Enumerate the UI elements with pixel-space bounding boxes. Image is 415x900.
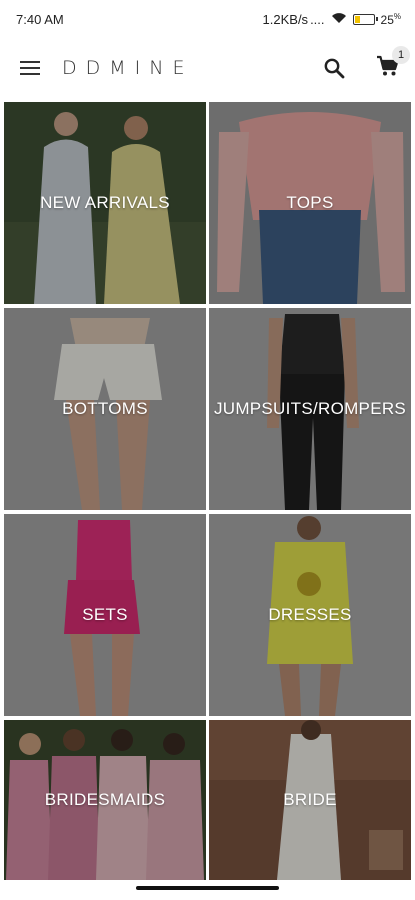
app-header: DDMINE 1 [0,38,415,98]
brand-logo[interactable]: DDMINE [62,57,193,79]
network-speed: 1.2KB/s [262,11,309,27]
hamburger-menu-icon[interactable] [18,56,42,80]
search-icon[interactable] [321,55,347,81]
category-tile-jumpsuits-rompers[interactable]: JUMPSUITS/ROMPERS [209,308,411,510]
category-tile-dresses[interactable]: DRESSES [209,514,411,716]
category-label: SETS [82,605,128,624]
category-label: NEW ARRIVALS [40,193,170,212]
battery-icon [352,13,378,25]
category-label: TOPS [286,193,334,212]
category-label: JUMPSUITS/ROMPERS [213,399,407,418]
category-tile-bottoms[interactable]: BOTTOMS [4,308,206,510]
category-label: DRESSES [268,605,352,624]
home-indicator[interactable] [136,886,279,890]
battery-percent: 25% [380,11,401,27]
category-tile-sets[interactable]: SETS [4,514,206,716]
signal-dots: .... [310,11,325,27]
status-time: 7:40 AM [16,11,64,27]
cart-count-badge: 1 [392,46,410,64]
status-indicators: 1.2KB/s .... 25% [263,12,401,27]
status-bar: 7:40 AM 1.2KB/s .... 25% [0,0,415,38]
wifi-icon [331,12,347,27]
category-tile-bride[interactable]: BRIDE [209,720,411,880]
category-tile-tops[interactable]: TOPS [209,102,411,304]
header-actions: 1 [321,46,410,81]
category-label: BOTTOMS [62,399,148,418]
category-tile-new-arrivals[interactable]: NEW ARRIVALS [4,102,206,304]
category-tile-bridesmaids[interactable]: BRIDESMAIDS [4,720,206,880]
category-grid: NEW ARRIVALS TOPS BOTTOMS JUMPSUITS/ROMP… [4,102,411,880]
category-label: BRIDE [283,790,337,809]
category-label: BRIDESMAIDS [44,790,166,809]
cart-button[interactable]: 1 [375,46,410,81]
